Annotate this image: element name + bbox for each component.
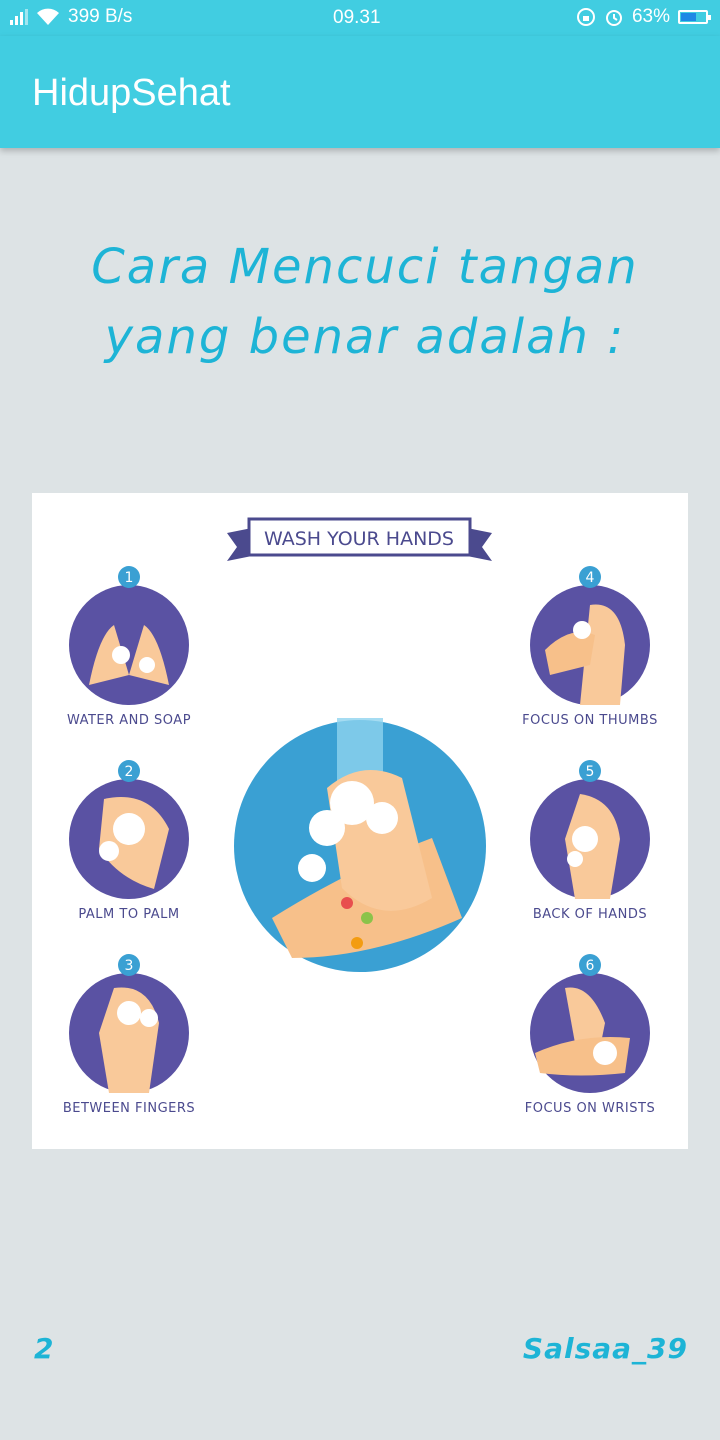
battery-icon <box>678 10 711 24</box>
banner-ribbon: WASH YOUR HANDS <box>227 517 492 561</box>
battery-level <box>681 13 697 21</box>
alarm-icon <box>605 10 622 26</box>
heading-line-2: yang benar adalah : <box>104 309 626 365</box>
step-6-number: 6 <box>586 958 595 974</box>
step-5: 5 BACK OF HANDS <box>500 759 680 922</box>
page-heading: Cara Mencuci tangan yang benar adalah : <box>40 232 690 372</box>
step-6: 6 FOCUS ON WRISTS <box>500 953 680 1116</box>
page-number: 2 <box>34 1332 54 1365</box>
handwash-illustration: WASH YOUR HANDS 1 WATER AND SOAP 2 PALM … <box>32 493 688 1149</box>
step-4-caption: FOCUS ON THUMBS <box>522 713 658 728</box>
step-2-number: 2 <box>125 764 134 780</box>
author-label: Salsaa_39 <box>522 1332 688 1365</box>
focus-thumbs-icon: 4 <box>530 566 650 705</box>
heading-line-1: Cara Mencuci tangan <box>91 239 639 295</box>
banner-text: WASH YOUR HANDS <box>264 528 454 550</box>
step-5-number: 5 <box>586 764 595 780</box>
step-3-number: 3 <box>125 958 134 974</box>
center-handwash-icon <box>234 718 486 972</box>
signal-icon <box>10 9 28 25</box>
step-5-caption: BACK OF HANDS <box>532 907 648 922</box>
back-of-hands-icon: 5 <box>530 760 650 899</box>
step-3: 3 BETWEEN FINGERS <box>39 953 219 1116</box>
clock: 09.31 <box>333 7 381 28</box>
app-title: HidupSehat <box>32 72 231 114</box>
wifi-icon <box>37 8 59 25</box>
step-4-number: 4 <box>586 570 595 586</box>
rotation-lock-icon <box>576 8 595 26</box>
water-soap-icon: 1 <box>69 566 189 705</box>
network-speed: 399 B/s <box>68 6 133 27</box>
step-2-caption: PALM TO PALM <box>78 907 180 922</box>
step-2: 2 PALM TO PALM <box>39 759 219 922</box>
battery-percent: 63% <box>631 6 670 27</box>
status-bar: 399 B/s 09.31 63% <box>0 0 720 36</box>
step-6-caption: FOCUS ON WRISTS <box>524 1101 656 1116</box>
between-fingers-icon: 3 <box>69 954 189 1093</box>
step-4: 4 FOCUS ON THUMBS <box>500 565 680 728</box>
app-bar: HidupSehat <box>0 36 720 148</box>
palm-to-palm-icon: 2 <box>69 760 189 899</box>
step-1-number: 1 <box>125 570 134 586</box>
step-3-caption: BETWEEN FINGERS <box>62 1101 196 1116</box>
focus-wrists-icon: 6 <box>530 954 650 1093</box>
step-1-caption: WATER AND SOAP <box>66 713 192 728</box>
step-1: 1 WATER AND SOAP <box>39 565 219 728</box>
